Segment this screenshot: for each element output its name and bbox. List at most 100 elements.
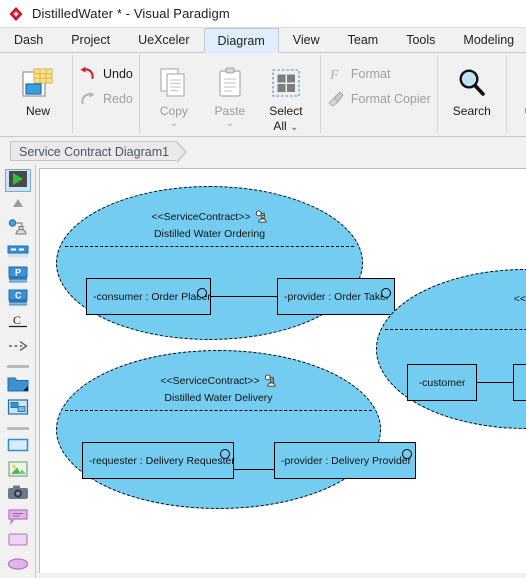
folder-package-icon <box>7 375 29 396</box>
tab-project[interactable]: Project <box>57 27 124 52</box>
redo-button[interactable]: Redo <box>79 90 133 107</box>
ribbon-group-search: Search <box>438 55 507 133</box>
select-all-label-text: All <box>273 119 287 133</box>
contract-3-connector[interactable] <box>234 469 274 470</box>
palette-callout-tool[interactable] <box>5 507 31 529</box>
palette-generalization-tool[interactable] <box>5 194 31 216</box>
pointer-arrow-icon <box>8 170 28 191</box>
contract-2-port-customer[interactable]: -customer <box>407 364 477 401</box>
palette-rectangle-tool[interactable] <box>5 436 31 458</box>
visual-paradigm-diamond-icon <box>8 6 24 22</box>
breadcrumb-item-diagram[interactable]: Service Contract Diagram1 <box>10 141 188 163</box>
paste-dropdown-chevron-icon[interactable]: ⌄ <box>226 119 234 129</box>
new-button[interactable]: New <box>10 57 66 118</box>
service-contract-distilled-water-delivery[interactable]: <<ServiceContract>> Distilled Water Deli… <box>56 350 416 509</box>
select-all-button-label-line1: Select <box>269 104 303 118</box>
contract-2-port-provider-label: -provider : Delivery Sta <box>520 368 526 390</box>
palette-dependency-tool[interactable] <box>5 336 31 358</box>
select-all-button[interactable]: Select All ⌄ <box>258 57 314 133</box>
ribbon-tab-bar: Dash Project UeXceler Diagram View Team … <box>0 28 526 53</box>
redo-button-label: Redo <box>103 91 133 106</box>
service-contract-delivery-status[interactable]: <<ServiceContract>> Delivery Status -cus… <box>376 269 526 429</box>
contract-1-provider-interface-icon <box>381 288 391 298</box>
tab-modeling[interactable]: Modeling <box>449 27 526 52</box>
service-contract-distilled-water-ordering[interactable]: <<ServiceContract>> Distilled Water Orde… <box>56 186 395 340</box>
palette-class-underline-tool[interactable]: C <box>5 313 31 335</box>
letter-p-block-icon: P <box>7 266 29 287</box>
contract-1-consumer-interface-icon <box>197 288 207 298</box>
copy-pages-icon <box>159 63 189 103</box>
paste-clipboard-icon <box>217 63 243 103</box>
rectangle-shape-icon <box>7 437 29 456</box>
contract-1-port-consumer[interactable]: -consumer : Order Placer <box>86 278 211 315</box>
contract-1-connector[interactable] <box>211 296 277 297</box>
contract-1-stereotype-row: <<ServiceContract>> <box>57 210 362 223</box>
note-rectangle-icon <box>7 532 29 550</box>
format-button[interactable]: F Format <box>327 65 431 82</box>
contract-2-port-customer-label: -customer <box>418 376 466 389</box>
diagram-palette: P C C <box>0 165 36 578</box>
speech-callout-icon <box>7 508 29 528</box>
tab-dash[interactable]: Dash <box>0 27 57 52</box>
copy-button[interactable]: Copy ⌄ <box>146 57 202 129</box>
palette-image-tool[interactable] <box>5 459 31 481</box>
palette-ellipse-tool[interactable] <box>5 554 31 576</box>
title-bar: DistilledWater * - Visual Paradigm <box>0 0 526 28</box>
tab-team[interactable]: Team <box>334 27 393 52</box>
tab-uexceler[interactable]: UeXceler <box>124 27 203 52</box>
contract-1-divider <box>65 246 354 247</box>
format-copier-button-label: Format Copier <box>350 91 431 106</box>
select-all-dropdown-chevron-icon[interactable]: ⌄ <box>290 122 298 133</box>
contract-2-port-provider[interactable]: -provider : Delivery Sta <box>513 364 526 401</box>
undo-arrow-icon <box>79 65 96 82</box>
palette-pointer-tool[interactable] <box>4 169 31 192</box>
tab-view[interactable]: View <box>279 27 334 52</box>
contract-3-port-requester[interactable]: -requester : Delivery Requester <box>82 442 235 479</box>
palette-separator <box>6 365 29 369</box>
ribbon-group-undo-redo: Undo Redo <box>73 55 140 133</box>
search-button[interactable]: Search <box>444 57 500 118</box>
new-diagram-icon <box>21 63 55 103</box>
copy-dropdown-chevron-icon[interactable]: ⌄ <box>170 119 178 129</box>
palette-screenshot-tool[interactable] <box>5 483 31 505</box>
svg-text:P: P <box>15 267 21 277</box>
format-copier-button[interactable]: Format Copier <box>327 90 431 107</box>
palette-subdiagram-tool[interactable] <box>5 398 31 420</box>
contract-1-name: Distilled Water Ordering <box>153 228 266 240</box>
diagram-canvas[interactable]: <<ServiceContract>> Distilled Water Orde… <box>39 168 526 573</box>
contract-1-stereotype: <<ServiceContract>> <box>151 210 251 223</box>
undo-button[interactable]: Undo <box>79 65 133 82</box>
contract-1-port-provider[interactable]: -provider : Order Taker <box>277 278 395 315</box>
palette-participant-tool[interactable] <box>5 241 31 263</box>
svg-text:F: F <box>329 68 339 82</box>
group-button[interactable]: Group <box>513 57 526 118</box>
contract-2-name: Delivery Status <box>413 311 526 323</box>
format-copier-brush-icon <box>327 90 344 107</box>
letter-c-underline-icon: C <box>7 313 29 334</box>
diagram-canvas-wrapper: <<ServiceContract>> Distilled Water Orde… <box>36 165 526 578</box>
redo-arrow-icon <box>79 90 96 107</box>
paste-button[interactable]: Paste ⌄ <box>202 57 258 129</box>
tab-diagram[interactable]: Diagram <box>203 28 279 53</box>
sub-diagram-icon <box>7 398 29 419</box>
palette-service-contract-tool[interactable] <box>5 218 31 240</box>
ribbon-group-grouping: Group Ungroup ⌄ <box>507 55 526 133</box>
contract-3-divider <box>65 410 372 411</box>
palette-note-tool[interactable] <box>5 531 31 553</box>
select-all-grid-icon <box>270 63 302 103</box>
palette-participant-p-tool[interactable]: P <box>5 265 31 287</box>
contract-1-port-consumer-label: -consumer : Order Placer <box>93 290 211 303</box>
ribbon-group-format: F Format Format Copier <box>321 55 438 133</box>
service-contract-stereotype-icon-2 <box>264 374 277 387</box>
palette-separator-2 <box>6 426 29 430</box>
palette-class-c-tool[interactable]: C <box>5 289 31 311</box>
palette-package-tool[interactable] <box>5 374 31 396</box>
contract-3-requester-interface-icon <box>220 449 230 459</box>
service-contract-icon <box>8 218 28 239</box>
ribbon-toolbar: New Undo Redo Copy ⌄ Paste ⌄ Select All … <box>0 53 526 137</box>
format-f-icon: F <box>327 65 344 82</box>
contract-3-port-requester-label: -requester : Delivery Requester <box>89 454 235 467</box>
tab-tools[interactable]: Tools <box>392 27 449 52</box>
contract-3-port-provider[interactable]: -provider : Delivery Provider <box>274 442 416 479</box>
contract-2-connector[interactable] <box>477 382 513 383</box>
